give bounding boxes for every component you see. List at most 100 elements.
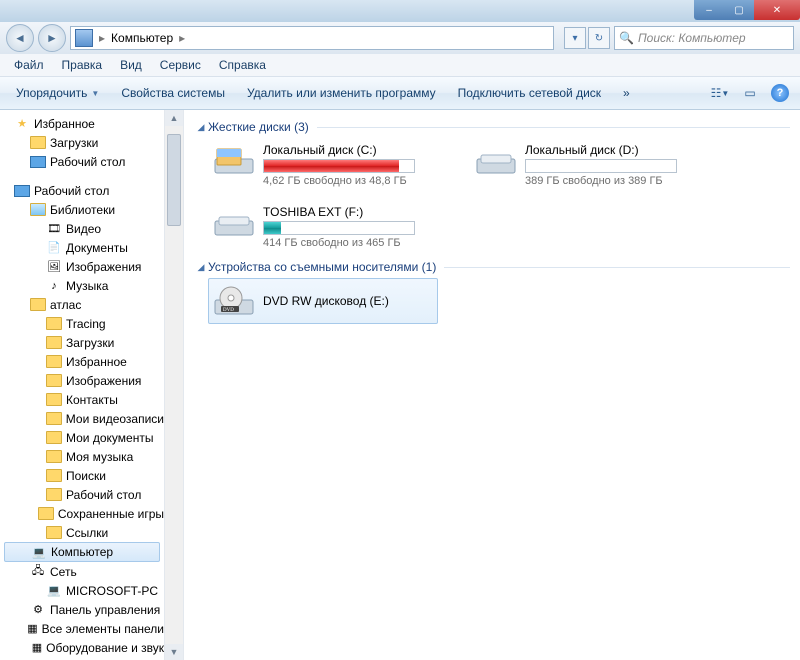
menu-bar: Файл Правка Вид Сервис Справка: [0, 54, 800, 77]
tree-item[interactable]: Рабочий стол: [4, 485, 164, 504]
tree-item[interactable]: Загрузки: [4, 333, 164, 352]
tree-item[interactable]: 🎞Видео: [4, 219, 164, 238]
folder-icon: [30, 297, 46, 313]
tree-scrollbar[interactable]: ▲ ▼: [165, 110, 184, 660]
cmd-organize[interactable]: Упорядочить▼: [6, 82, 109, 104]
chevron-down-icon: ▼: [91, 89, 99, 98]
tree-item[interactable]: 💻 MICROSOFT-PC: [4, 581, 164, 600]
menu-view[interactable]: Вид: [112, 56, 150, 74]
tree-item[interactable]: Tracing: [4, 314, 164, 333]
drive-label: Локальный диск (C:): [263, 143, 433, 157]
navigation-tree[interactable]: ★Избранное Загрузки Рабочий стол Рабочий ст…: [0, 110, 165, 660]
tree-item[interactable]: Поиски: [4, 466, 164, 485]
group-header-hdd[interactable]: ◢ Жесткие диски (3): [194, 120, 790, 134]
tree-item[interactable]: ▦Все элементы панели: [4, 619, 164, 638]
drive-d[interactable]: Локальный диск (D:) 389 ГБ свободно из 3…: [470, 138, 700, 192]
tree-item[interactable]: Контакты: [4, 390, 164, 409]
refresh-button[interactable]: ↻: [588, 27, 610, 49]
window-minimize-button[interactable]: –: [694, 0, 724, 20]
tree-item-label: Изображения: [66, 374, 141, 388]
breadcrumb-root[interactable]: Компьютер: [111, 31, 173, 45]
window-maximize-button[interactable]: ▢: [724, 0, 754, 20]
document-icon: 📄: [46, 240, 62, 256]
drive-c[interactable]: Локальный диск (C:) 4,62 ГБ свободно из …: [208, 138, 438, 192]
tree-item-label: Загрузки: [50, 136, 98, 150]
image-icon: 🖼: [46, 259, 62, 275]
drive-freespace: 4,62 ГБ свободно из 48,8 ГБ: [263, 175, 433, 187]
tree-item[interactable]: 🖧Сеть: [4, 562, 164, 581]
cmd-uninstall-program[interactable]: Удалить или изменить программу: [237, 82, 446, 104]
tree-item-label: Документы: [66, 241, 128, 255]
menu-help[interactable]: Справка: [211, 56, 274, 74]
cmd-system-properties[interactable]: Свойства системы: [111, 82, 235, 104]
folder-icon: [46, 525, 62, 541]
tree-item-label: Музыка: [66, 279, 108, 293]
drive-f[interactable]: TOSHIBA EXT (F:) 414 ГБ свободно из 465 …: [208, 200, 438, 254]
tree-item[interactable]: 📄 Документы: [4, 238, 164, 257]
tree-item-label: Библиотеки: [50, 203, 115, 217]
folder-icon: [30, 135, 46, 151]
nav-back-button[interactable]: ◄: [6, 24, 34, 52]
cmd-overflow[interactable]: »: [613, 82, 640, 104]
svg-text:DVD: DVD: [223, 308, 234, 313]
desktop-icon: [30, 154, 46, 170]
scroll-thumb[interactable]: [167, 134, 181, 226]
scroll-up-button[interactable]: ▲: [165, 110, 183, 126]
collapse-icon: ◢: [194, 122, 208, 133]
window-close-button[interactable]: ✕: [754, 0, 800, 20]
tree-item[interactable]: Рабочий стол: [4, 152, 164, 171]
tree-item[interactable]: Мои документы: [4, 428, 164, 447]
tree-item-label: Все элементы панели: [42, 622, 164, 636]
tree-item[interactable]: Ссылки: [4, 523, 164, 542]
tree-item[interactable]: Мои видеозаписи: [4, 409, 164, 428]
dvd-drive-icon: DVD: [213, 283, 255, 319]
tree-item[interactable]: ▦Оборудование и звук: [4, 638, 164, 657]
view-options-button[interactable]: ☷ ▼: [706, 81, 734, 105]
folder-icon: [46, 316, 62, 332]
tree-item-label: Изображения: [66, 260, 141, 274]
help-button[interactable]: ?: [766, 81, 794, 105]
tree-item-label: MICROSOFT-PC: [66, 584, 158, 598]
drive-label: Локальный диск (D:): [525, 143, 695, 157]
control-panel-icon: ⚙: [30, 602, 46, 618]
group-header-removable[interactable]: ◢ Устройства со съемными носителями (1): [194, 260, 790, 274]
menu-file[interactable]: Файл: [6, 56, 52, 74]
tree-item[interactable]: ⚙ Панель управления: [4, 600, 164, 619]
search-input[interactable]: 🔍 Поиск: Компьютер: [614, 26, 794, 50]
tree-item[interactable]: ♪Музыка: [4, 276, 164, 295]
address-dropdown-button[interactable]: ▾: [564, 27, 586, 49]
computer-icon: 💻: [46, 583, 62, 599]
computer-icon: [75, 29, 93, 47]
tree-item[interactable]: 💻Компьютер: [4, 542, 160, 562]
tree-item-label: Оборудование и звук: [46, 641, 164, 655]
tree-item[interactable]: атлас: [4, 295, 164, 314]
tree-item-label: Панель управления: [50, 603, 160, 617]
tree-item[interactable]: Рабочий стол: [4, 181, 164, 200]
tree-item-label: Сохраненные игры: [58, 507, 164, 521]
tree-item[interactable]: ★Избранное: [4, 114, 164, 133]
tree-item[interactable]: 🖼 Изображения: [4, 257, 164, 276]
menu-edit[interactable]: Правка: [54, 56, 111, 74]
tree-item[interactable]: Библиотеки: [4, 200, 164, 219]
folder-icon: [46, 392, 62, 408]
folder-icon: [46, 335, 62, 351]
tree-item-label: Рабочий стол: [66, 488, 141, 502]
address-bar[interactable]: ▸ Компьютер ▸: [70, 26, 554, 50]
drive-label: TOSHIBA EXT (F:): [263, 205, 433, 219]
tree-item[interactable]: Избранное: [4, 352, 164, 371]
menu-service[interactable]: Сервис: [152, 56, 209, 74]
drive-label: DVD RW дисковод (E:): [263, 294, 433, 308]
drive-freespace: 389 ГБ свободно из 389 ГБ: [525, 175, 695, 187]
tree-item[interactable]: Моя музыка: [4, 447, 164, 466]
tree-item-label: Моя музыка: [66, 450, 133, 464]
tree-item[interactable]: Сохраненные игры: [4, 504, 164, 523]
tree-item-label: Поиски: [66, 469, 106, 483]
cmd-map-network-drive[interactable]: Подключить сетевой диск: [448, 82, 611, 104]
folder-icon: [46, 354, 62, 370]
hard-drive-icon: [213, 143, 255, 179]
drive-e[interactable]: DVD DVD RW дисковод (E:): [208, 278, 438, 324]
preview-pane-button[interactable]: ▭: [736, 81, 764, 105]
tree-item[interactable]: Загрузки: [4, 133, 164, 152]
tree-item[interactable]: Изображения: [4, 371, 164, 390]
nav-forward-button[interactable]: ►: [38, 24, 66, 52]
